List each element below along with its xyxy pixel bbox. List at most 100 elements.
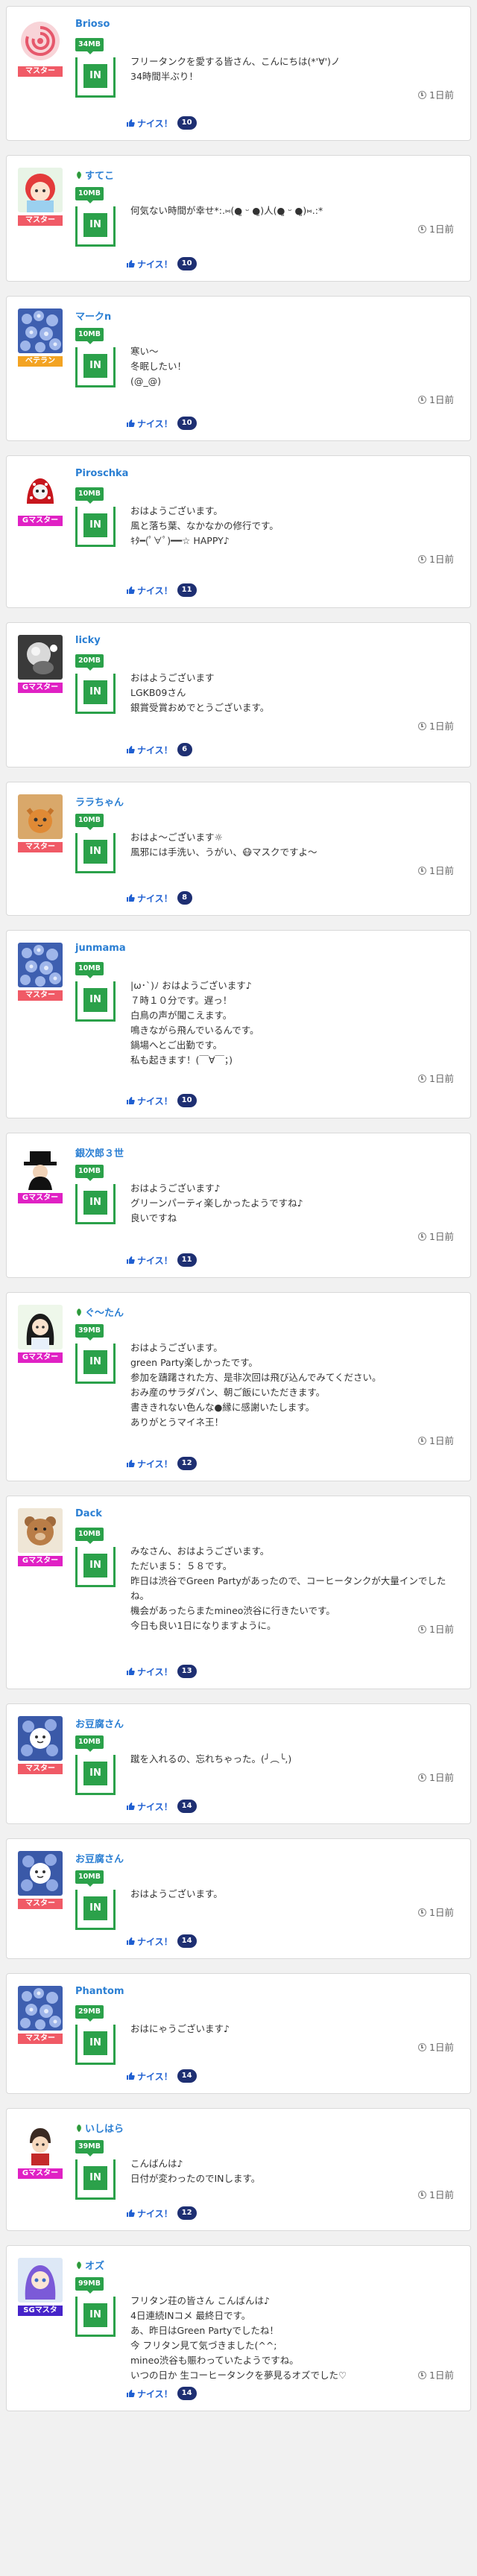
- message-line: おみ産のサラダパン、朝ご飯にいただきます。: [130, 1387, 326, 1398]
- username-link[interactable]: お豆腐さん: [75, 1716, 124, 1730]
- message-line: いつの日か 生コーヒータンクを夢見るオズでした♡: [130, 2370, 347, 2381]
- post-message: 寒い～ 冬眠したい！ (@_@): [130, 344, 448, 389]
- mb-badge: 34MB: [75, 38, 104, 54]
- in-label: IN: [83, 1350, 107, 1374]
- swirl-avatar[interactable]: [18, 19, 63, 63]
- hydrangea-avatar[interactable]: [18, 308, 63, 353]
- tank-in-graphic: 29MB IN: [75, 2005, 117, 2065]
- username-link[interactable]: Phantom: [75, 1986, 124, 1997]
- post-time: 1日前: [418, 2187, 454, 2201]
- tank-in-graphic: 34MB IN: [75, 38, 117, 98]
- like-button[interactable]: ナイス！ 12: [126, 2206, 197, 2220]
- message-line: 冬眠したい！: [130, 361, 187, 372]
- blueflower-avatar[interactable]: [18, 1851, 63, 1896]
- username-text: Phantom: [75, 1986, 124, 1997]
- username-link[interactable]: ぐ～たん: [75, 1305, 124, 1319]
- message-line: ｷﾀ━(ﾟ∀ﾟ)━━☆ HAPPY♪: [130, 535, 230, 546]
- boy-avatar[interactable]: [18, 2121, 63, 2165]
- username-link[interactable]: 銀次郎３世: [75, 1145, 124, 1159]
- post-time: 1日前: [418, 1229, 454, 1243]
- post-time: 1日前: [418, 551, 454, 566]
- post-card: マスター お豆腐さん 10MB IN おはようございます。 1日前 ナイス！ 14: [6, 1838, 471, 1959]
- cat-avatar[interactable]: [18, 794, 63, 839]
- mb-badge: 39MB: [75, 1324, 104, 1341]
- thumbs-up-icon: [127, 119, 135, 127]
- like-label: ナイス！: [137, 744, 173, 756]
- like-button[interactable]: ナイス！ 8: [126, 891, 192, 905]
- like-count: 11: [177, 1253, 197, 1267]
- like-count: 6: [177, 743, 192, 756]
- hydrangea-avatar[interactable]: [18, 1986, 63, 2031]
- girl-avatar[interactable]: [18, 1305, 63, 1349]
- username-link[interactable]: Piroschka: [75, 468, 128, 479]
- username-link[interactable]: Dack: [75, 1508, 102, 1519]
- message-line: 寒い～: [130, 346, 159, 357]
- like-button[interactable]: ナイス！ 10: [126, 417, 197, 430]
- post-card: マスター junmama 10MB IN |ω･`)ﾉ おはようございます♪ ７時１０分で…: [6, 930, 471, 1118]
- like-label: ナイス！: [137, 1095, 173, 1107]
- message-line: こんばんは♪: [130, 2158, 183, 2169]
- thumbs-up-icon: [127, 746, 135, 753]
- message-line: LGKB09さん: [130, 687, 186, 698]
- anime-avatar[interactable]: [18, 2258, 63, 2303]
- post-time: 1日前: [418, 863, 454, 877]
- redhair-avatar[interactable]: [18, 168, 63, 212]
- username-link[interactable]: Brioso: [75, 19, 110, 30]
- username-link[interactable]: すてこ: [75, 168, 114, 182]
- in-label: IN: [83, 1191, 107, 1215]
- like-button[interactable]: ナイス！ 14: [126, 1800, 197, 1813]
- dotmask-avatar[interactable]: [18, 468, 63, 513]
- like-count: 14: [177, 2387, 197, 2400]
- like-button[interactable]: ナイス！ 14: [126, 1934, 197, 1948]
- like-button[interactable]: ナイス！ 10: [126, 116, 197, 130]
- tank-in-graphic: 10MB IN: [75, 1735, 117, 1795]
- username-link[interactable]: マークn: [75, 308, 111, 323]
- in-label: IN: [83, 513, 107, 537]
- like-button[interactable]: ナイス！ 11: [126, 1253, 197, 1267]
- post-card: マスター Phantom 29MB IN おはにゃうございます♪ 1日前 ナイス！ 14: [6, 1973, 471, 2094]
- like-button[interactable]: ナイス！ 10: [126, 1094, 197, 1107]
- message-line: mineo渋谷も賑わっていたようですね。: [130, 2355, 299, 2366]
- like-button[interactable]: ナイス！ 11: [126, 583, 197, 597]
- username-text: licky: [75, 635, 101, 646]
- leaf-icon: [77, 2262, 81, 2269]
- like-button[interactable]: ナイス！ 14: [126, 2387, 197, 2400]
- clock-icon: [418, 1625, 427, 1633]
- bear-avatar[interactable]: [18, 1508, 63, 1553]
- username-link[interactable]: ララちゃん: [75, 794, 124, 808]
- tank-in-graphic: 10MB IN: [75, 814, 117, 873]
- hydrangea-avatar[interactable]: [18, 943, 63, 987]
- rank-badge: ベテラン: [18, 356, 63, 367]
- post-message: おはよ〜ございます☼ 風邪には手洗い、うがい、😷マスクですよ〜: [130, 830, 448, 860]
- username-link[interactable]: licky: [75, 635, 101, 646]
- like-count: 13: [177, 1665, 197, 1678]
- username-link[interactable]: いしはら: [75, 2121, 124, 2135]
- username-link[interactable]: junmama: [75, 943, 126, 954]
- bird-avatar[interactable]: [18, 635, 63, 680]
- like-button[interactable]: ナイス！ 12: [126, 1457, 197, 1470]
- clock-icon: [418, 1773, 427, 1782]
- like-label: ナイス！: [137, 585, 173, 596]
- rank-badge: SGマスタ: [18, 2306, 63, 2316]
- like-button[interactable]: ナイス！ 6: [126, 743, 192, 756]
- like-button[interactable]: ナイス！ 13: [126, 1665, 197, 1678]
- like-button[interactable]: ナイス！ 14: [126, 2069, 197, 2083]
- message-line: 鳴きながら飛んでいるんです。: [130, 1025, 259, 1036]
- clock-icon: [418, 225, 427, 233]
- username-link[interactable]: お豆腐さん: [75, 1851, 124, 1865]
- message-line: ただいま５：５８です。: [130, 1560, 233, 1572]
- tank-in-graphic: 10MB IN: [75, 487, 117, 547]
- username-link[interactable]: オズ: [75, 2258, 104, 2272]
- thumbs-up-icon: [127, 2209, 135, 2217]
- message-line: グリーンパーティ楽しかったようですね♪: [130, 1197, 303, 1209]
- post-card: Gマスター Piroschka 10MB IN おはようございます。 風と落ち葉、なかなか…: [6, 455, 471, 608]
- blueflower-avatar[interactable]: [18, 1716, 63, 1761]
- message-line: フリータンクを愛する皆さん、こんにちは(*'∀')ノ: [130, 56, 341, 67]
- post-message: おはようございます。 風と落ち葉、なかなかの修行です。 ｷﾀ━(ﾟ∀ﾟ)━━☆ HA…: [130, 504, 448, 548]
- message-line: 風と落ち葉、なかなかの修行です。: [130, 520, 279, 531]
- post-message: 蹴を入れるの、忘れちゃった。(╯︵╰,): [130, 1752, 448, 1767]
- like-button[interactable]: ナイス！ 10: [126, 257, 197, 270]
- in-label: IN: [83, 2166, 107, 2190]
- post-message: フリタン荘の皆さん こんばんは♪ 4日連続INコメ 最終日です。 あ、昨日はGree…: [130, 2294, 448, 2383]
- hat-avatar[interactable]: [18, 1145, 63, 1190]
